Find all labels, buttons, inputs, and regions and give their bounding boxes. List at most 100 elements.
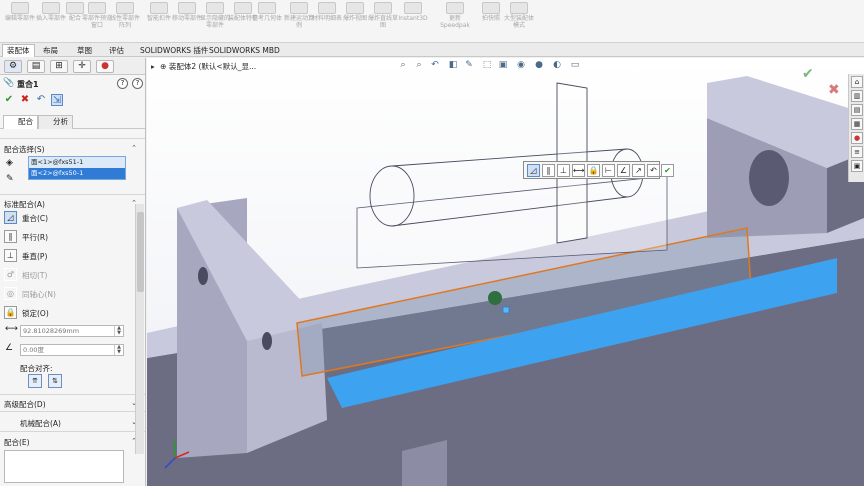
selection-item-selected[interactable]: 面<2>@fxs50-1	[29, 168, 125, 179]
hide-show-items-icon[interactable]: ◉	[515, 59, 527, 71]
cursor-marker	[488, 291, 502, 305]
ribbon-button-15[interactable]: 更新Speedpak	[440, 2, 470, 42]
task-pane: ⌂ ▥ ▤ ▦ ● ≡ ▣	[848, 74, 864, 182]
ribbon-button-14[interactable]: Instant3D	[398, 2, 428, 42]
spin-arrows-icon[interactable]: ▲ ▼	[114, 326, 123, 336]
edit-appearance-icon[interactable]: ●	[533, 59, 545, 71]
tab-solidworks-addins[interactable]: SOLIDWORKS 插件	[135, 44, 213, 57]
property-icon: ▤	[31, 61, 41, 71]
selection-item[interactable]: 面<1>@fxs51-1	[29, 157, 125, 168]
ribbon-button-5[interactable]: 智能扣件	[144, 2, 174, 42]
display-manager-tab[interactable]: ●	[96, 60, 114, 73]
mate-option-parallel[interactable]: ∥ 平行(R)	[4, 230, 134, 244]
chevron-up-icon[interactable]: ⌃	[131, 144, 137, 152]
tab-layout[interactable]: 布局	[38, 44, 63, 57]
ribbon-button-6[interactable]: 移动零部件	[172, 2, 202, 42]
home-icon[interactable]: ⌂	[851, 76, 863, 88]
configuration-manager-tab[interactable]: ⊞	[50, 60, 68, 73]
distance-icon[interactable]: ⟷	[572, 164, 585, 177]
mate-option-coincident[interactable]: ◿ 重合(C)	[4, 211, 134, 225]
mate-option-tangent[interactable]: ♂ 相切(T)	[4, 268, 134, 282]
apply-scene-icon[interactable]: ◐	[551, 59, 563, 71]
ribbon-button-16[interactable]: 拍快照	[476, 2, 506, 42]
cancel-icon[interactable]: ✖	[19, 94, 31, 106]
angle-input[interactable]: 0.00度 ▲ ▼	[20, 344, 124, 356]
ribbon-button-9[interactable]: 参考几何体	[252, 2, 282, 42]
appearances-icon[interactable]: ●	[851, 132, 863, 144]
ribbon-button-12[interactable]: 爆炸视图	[340, 2, 370, 42]
property-manager-tab[interactable]: ▤	[27, 60, 45, 73]
scrollbar-thumb[interactable]	[137, 212, 144, 292]
feature-manager-tab[interactable]: ⚙	[4, 60, 22, 73]
mate-selections-title: 配合选择(S)	[4, 145, 45, 154]
view-palette-icon[interactable]: ▦	[851, 118, 863, 130]
advanced-mates-title[interactable]: 高级配合(D)	[4, 399, 46, 410]
angle-icon[interactable]: ∠	[5, 343, 13, 354]
breadcrumb[interactable]: ▸ ⊕ 装配体2 (默认<默认_显...	[151, 61, 256, 72]
perpendicular-icon[interactable]: ⊥	[557, 164, 570, 177]
ribbon-button-7[interactable]: 显示隐藏的零部件	[200, 2, 230, 42]
ok-icon[interactable]: ✔	[3, 94, 15, 106]
left-block-hole-2	[262, 332, 272, 350]
mate-selection-icon: ✎	[6, 174, 14, 184]
coincident-icon[interactable]: ◿	[527, 164, 540, 177]
help-icon[interactable]: ?	[117, 78, 128, 89]
mate-option-lock[interactable]: 🔒 锁定(O)	[4, 306, 134, 320]
forum-icon[interactable]: ▣	[851, 160, 863, 172]
parallel-icon[interactable]: ∥	[542, 164, 555, 177]
left-block-hole	[198, 267, 208, 285]
distance-icon[interactable]: ⟷	[5, 324, 18, 335]
mate-alignment-label: 配合对齐:	[20, 364, 53, 373]
help-whats-wrong-icon[interactable]: ?	[132, 78, 143, 89]
assembly-model-render[interactable]	[147, 58, 864, 486]
zoom-to-fit-icon[interactable]: ⌕	[397, 59, 409, 71]
comment-textarea[interactable]	[4, 450, 124, 483]
view-settings-icon[interactable]: ▭	[569, 59, 581, 71]
tab-assembly[interactable]: 装配体	[2, 44, 35, 57]
expand-arrow-icon[interactable]: ▸	[151, 62, 155, 71]
dimxpert-tab[interactable]: ✛	[73, 60, 91, 73]
confirm-ok-icon[interactable]: ✔	[802, 66, 814, 82]
undo-icon[interactable]: ↶	[35, 94, 47, 106]
previous-view-icon[interactable]: ↶	[429, 59, 441, 71]
ribbon-button-11[interactable]: 材料明细表	[312, 2, 342, 42]
ok-icon[interactable]: ✔	[661, 164, 674, 177]
flip-alignment-icon[interactable]: ↗	[632, 164, 645, 177]
mechanical-mates-title[interactable]: 机械配合(A)	[20, 418, 61, 429]
tab-analysis[interactable]: 分析	[38, 115, 73, 129]
ribbon-button-13[interactable]: 爆炸直线草图	[368, 2, 398, 42]
dynamic-annotation-icon[interactable]: ✎	[463, 59, 475, 71]
angle-icon[interactable]: ∠	[617, 164, 630, 177]
comment-title[interactable]: 配合(E)	[4, 437, 30, 448]
confirm-cancel-icon[interactable]: ✖	[828, 82, 840, 98]
ribbon-button-10[interactable]: 新建运动算例	[284, 2, 314, 42]
graphics-viewport[interactable]: ▸ ⊕ 装配体2 (默认<默认_显... ⌕ ⌕ ↶ ◧ ✎ ⬚ ▣ ◉ ● ◐…	[147, 58, 864, 486]
mate-option-perpendicular[interactable]: ⊥ 垂直(P)	[4, 249, 134, 263]
pin-icon[interactable]: ⇲	[51, 94, 63, 106]
distance-input[interactable]: 92.81028269mm ▲ ▼	[20, 325, 124, 337]
library-icon[interactable]: ▥	[851, 90, 863, 102]
tab-sketch[interactable]: 草图	[72, 44, 97, 57]
display-style-icon[interactable]: ▣	[497, 59, 509, 71]
lock-icon[interactable]: 🔒	[587, 164, 600, 177]
ribbon-button-0[interactable]: 编辑零部件	[5, 2, 35, 42]
ribbon-button-3[interactable]: 零部件预览窗口	[82, 2, 112, 42]
tab-solidworks-mbd[interactable]: SOLIDWORKS MBD	[204, 44, 285, 57]
mate-option-concentric[interactable]: ◎ 同轴心(N)	[4, 287, 134, 301]
tab-mates[interactable]: 配合	[3, 115, 38, 129]
zoom-area-icon[interactable]: ⌕	[413, 59, 425, 71]
custom-properties-icon[interactable]: ≡	[851, 146, 863, 158]
aligned-button[interactable]: ⇈	[28, 374, 42, 388]
ribbon-button-17[interactable]: 大型装配体模式	[504, 2, 534, 42]
tab-evaluate[interactable]: 评估	[104, 44, 129, 57]
view-orientation-icon[interactable]: ⬚	[481, 59, 493, 71]
file-explorer-icon[interactable]: ▤	[851, 104, 863, 116]
spin-arrows-icon[interactable]: ▲ ▼	[114, 345, 123, 355]
panel-scrollbar[interactable]	[135, 204, 144, 454]
section-view-icon[interactable]: ◧	[447, 59, 459, 71]
ribbon-button-4[interactable]: 线性零部件阵列	[110, 2, 140, 42]
mate-selections-list[interactable]: 面<1>@fxs51-1 面<2>@fxs50-1	[28, 156, 126, 180]
anti-aligned-button[interactable]: ⇅	[48, 374, 62, 388]
distance-icon[interactable]: ⊢	[602, 164, 615, 177]
undo-icon[interactable]: ↶	[647, 164, 660, 177]
